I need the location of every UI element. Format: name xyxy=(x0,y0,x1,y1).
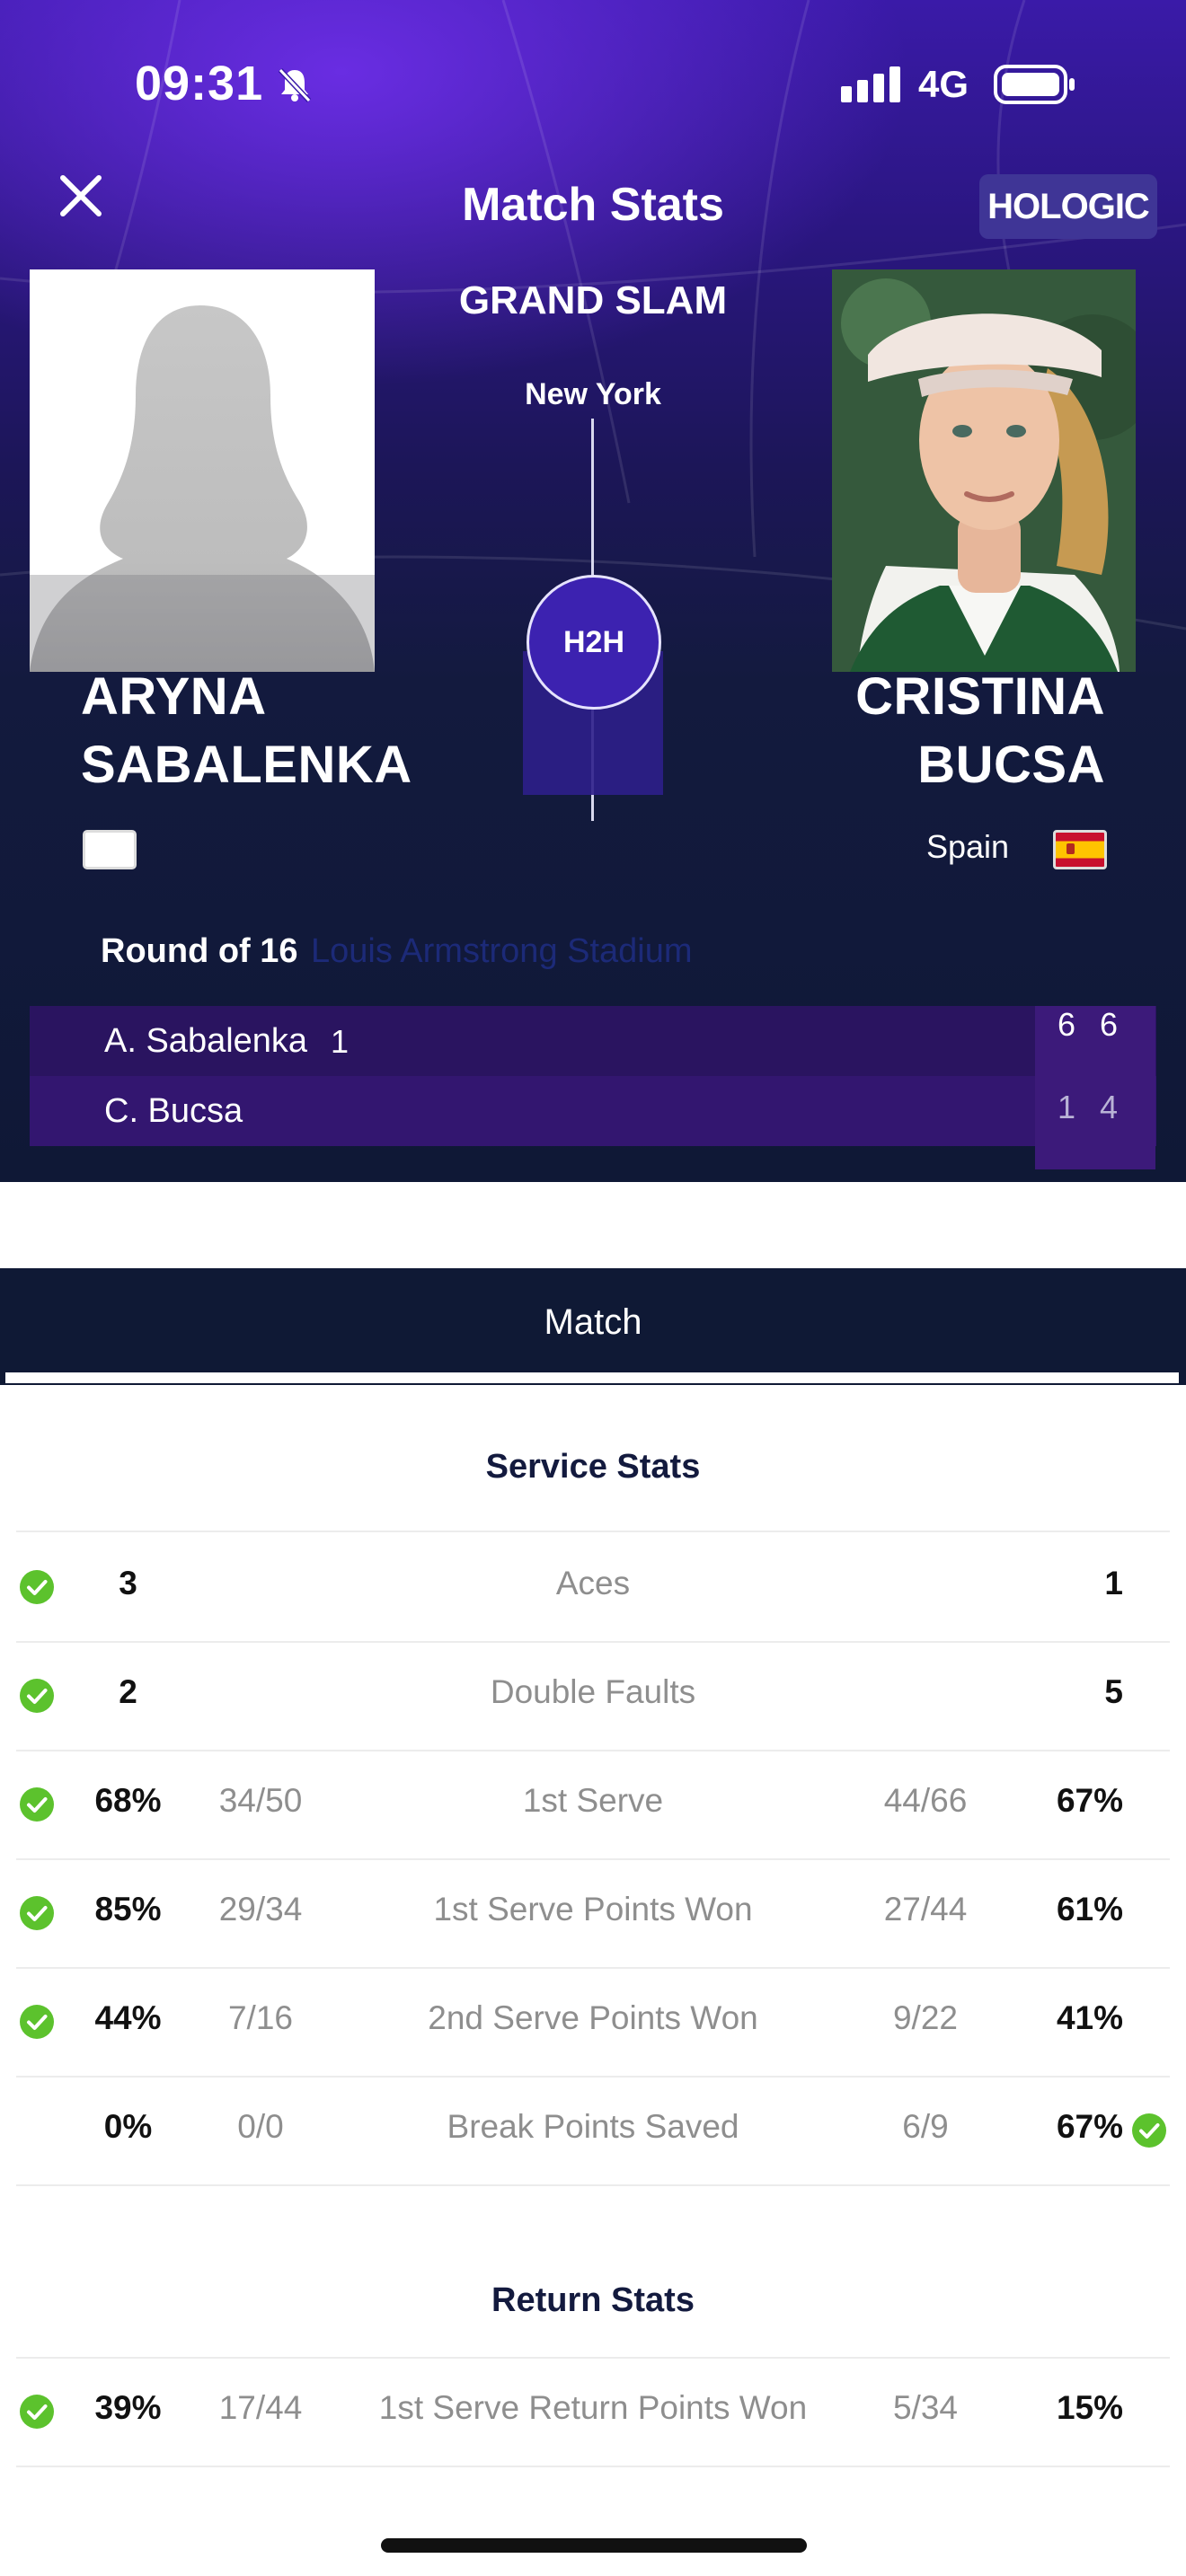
status-time: 09:31 xyxy=(135,57,264,110)
player-last-name: SABALENKA xyxy=(81,736,412,794)
service-stats-title: Service Stats xyxy=(485,1448,701,1486)
stat-row: 68% 34/50 1st Serve 44/66 67% xyxy=(0,1750,1186,1857)
country-label: Spain xyxy=(926,828,1010,865)
player1-stat-value: 3 xyxy=(119,1565,137,1601)
player2-stat-value: 1 xyxy=(1104,1565,1123,1601)
player2-stat-value: 15% xyxy=(1056,2389,1123,2426)
venue-label: Louis Armstrong Stadium xyxy=(311,932,693,970)
player1-stat-fraction: 7/16 xyxy=(227,1999,293,2036)
h2h-button[interactable]: H2H xyxy=(527,575,661,710)
blank-flag-icon xyxy=(83,830,137,869)
player2-stat-value: 67% xyxy=(1056,2108,1123,2145)
player2-stat-fraction: 44/66 xyxy=(883,1782,968,1819)
stat-row: 39% 17/44 1st Serve Return Points Won 5/34 1… xyxy=(0,2357,1186,2465)
stat-label: 1st Serve Points Won xyxy=(433,1891,753,1928)
stat-label: 1st Serve Return Points Won xyxy=(378,2389,808,2426)
player1-stat-value: 44% xyxy=(94,1999,162,2036)
green-check-icon xyxy=(20,1896,54,1930)
battery-icon xyxy=(994,65,1075,104)
player1-stat-value: 39% xyxy=(94,2389,162,2426)
player-photo-right[interactable] xyxy=(832,269,1136,672)
green-check-icon xyxy=(20,2395,54,2429)
stat-row: 44% 7/16 2nd Serve Points Won 9/22 41% xyxy=(0,1967,1186,2075)
scoreboard-player-name: A. Sabalenka xyxy=(104,1022,308,1060)
player1-stat-value: 68% xyxy=(94,1782,162,1819)
player1-stat-fraction: 34/50 xyxy=(218,1782,303,1819)
stat-row: 85% 29/34 1st Serve Points Won 27/44 61% xyxy=(0,1858,1186,1966)
player2-stat-value: 61% xyxy=(1056,1891,1123,1928)
network-type: 4G xyxy=(918,63,969,105)
player2-stat-value: 41% xyxy=(1056,1999,1123,2036)
serve-indicator: 1 xyxy=(331,1023,350,1060)
set-score: 6 xyxy=(1099,1006,1119,1043)
player-name-left[interactable]: ARYNA SABALENKA xyxy=(81,663,412,799)
player2-stat-fraction: 6/9 xyxy=(902,2108,949,2145)
player-headshot-image xyxy=(832,269,1136,672)
tab-match[interactable]: Match xyxy=(0,1268,1186,1376)
stat-row: 3 Aces 1 xyxy=(0,1532,1186,1640)
green-check-icon xyxy=(1132,2113,1166,2148)
match-header: 09:31 4G Match Stats HOLOGIC GRAND SLAM … xyxy=(0,0,1186,1182)
green-check-icon xyxy=(20,1787,54,1822)
player-first-name: ARYNA xyxy=(81,667,267,726)
player1-stat-fraction: 29/34 xyxy=(218,1891,303,1928)
set-score: 6 xyxy=(1057,1006,1076,1043)
stat-label: 1st Serve xyxy=(522,1782,664,1819)
player1-stat-fraction: 0/0 xyxy=(237,2108,284,2145)
player2-stat-value: 5 xyxy=(1104,1673,1123,1710)
divider xyxy=(16,2466,1170,2467)
status-bar: 09:31 4G xyxy=(0,0,1186,171)
stat-label: Aces xyxy=(555,1565,631,1601)
green-check-icon xyxy=(20,1570,54,1604)
player1-stat-value: 0% xyxy=(103,2108,153,2145)
home-indicator[interactable] xyxy=(381,2538,807,2553)
active-tab-indicator xyxy=(5,1372,1179,1383)
stat-label: Break Points Saved xyxy=(447,2108,739,2145)
divider xyxy=(16,2184,1170,2186)
player-last-name: BUCSA xyxy=(917,736,1105,794)
sponsor-logo: HOLOGIC xyxy=(979,174,1157,239)
player-photo-left[interactable] xyxy=(30,269,375,672)
player1-stat-fraction: 17/44 xyxy=(218,2389,303,2426)
stat-label: 2nd Serve Points Won xyxy=(428,1999,758,2036)
return-stats-title: Return Stats xyxy=(491,2281,695,2319)
stat-row: 2 Double Faults 5 xyxy=(0,1641,1186,1749)
stat-row: 0% 0/0 Break Points Saved 6/9 67% xyxy=(0,2076,1186,2183)
player-first-name: CRISTINA xyxy=(855,667,1105,726)
player2-stat-fraction: 27/44 xyxy=(883,1891,968,1928)
player2-stat-fraction: 5/34 xyxy=(892,2389,958,2426)
player-name-right[interactable]: CRISTINA BUCSA xyxy=(855,663,1105,799)
scoreboard-player-name: C. Bucsa xyxy=(104,1092,243,1130)
city-label: New York xyxy=(525,377,661,411)
player2-stat-fraction: 9/22 xyxy=(892,1999,958,2036)
bell-muted-icon xyxy=(278,67,312,103)
set-score: 1 xyxy=(1057,1089,1076,1125)
player1-stat-value: 85% xyxy=(94,1891,162,1928)
round-label: Round of 16 xyxy=(101,932,298,970)
green-check-icon xyxy=(20,2005,54,2039)
signal-icon xyxy=(841,66,900,102)
stat-label: Double Faults xyxy=(490,1673,696,1710)
player2-stat-value: 67% xyxy=(1056,1782,1123,1819)
silhouette-icon xyxy=(30,305,375,672)
spain-flag-icon xyxy=(1053,830,1107,869)
set-score: 4 xyxy=(1099,1089,1119,1125)
player1-stat-value: 2 xyxy=(119,1673,137,1710)
green-check-icon xyxy=(20,1679,54,1713)
tournament-label: GRAND SLAM xyxy=(458,278,728,322)
